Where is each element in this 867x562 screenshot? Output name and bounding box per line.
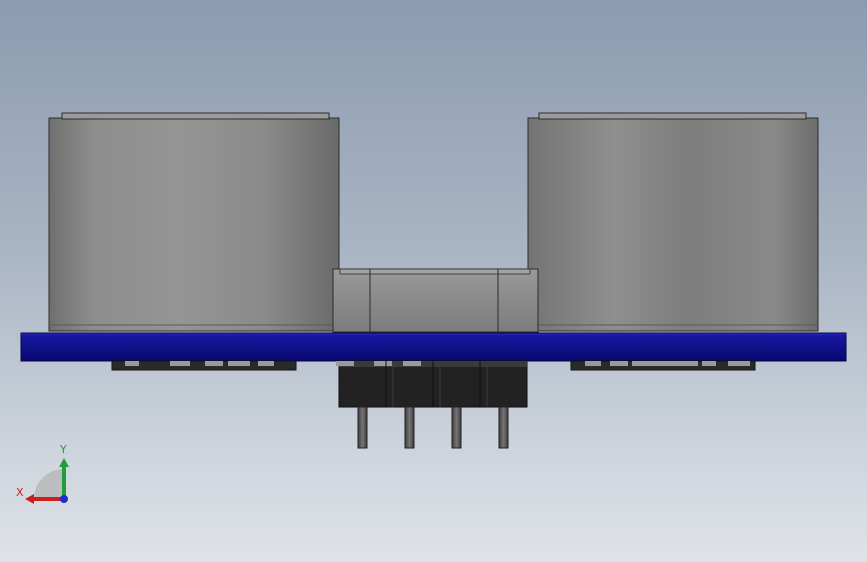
left-transducer — [48, 112, 340, 332]
header-pins — [357, 406, 509, 449]
x-axis-label: X — [16, 486, 24, 499]
y-axis-label: Y — [60, 443, 67, 456]
sensor-model — [20, 112, 847, 449]
pin-3 — [451, 406, 462, 449]
pin-1 — [357, 406, 368, 449]
y-axis-arrow-head-icon — [59, 458, 69, 467]
right-transducer — [527, 112, 819, 332]
left-bottom-components — [111, 360, 297, 371]
pin-2 — [404, 406, 415, 449]
orientation-triad: Y X — [10, 440, 80, 510]
crystal-oscillator — [332, 268, 539, 333]
pin-4 — [498, 406, 509, 449]
right-bottom-components — [570, 360, 756, 371]
pcb-board — [20, 332, 847, 362]
x-axis-arrow-head-icon — [25, 494, 34, 504]
pin-header — [336, 360, 528, 408]
triad-graphic — [25, 458, 69, 504]
triad-plane-icon — [34, 469, 64, 499]
z-axis-icon — [60, 495, 68, 503]
model-viewport[interactable] — [0, 0, 867, 562]
